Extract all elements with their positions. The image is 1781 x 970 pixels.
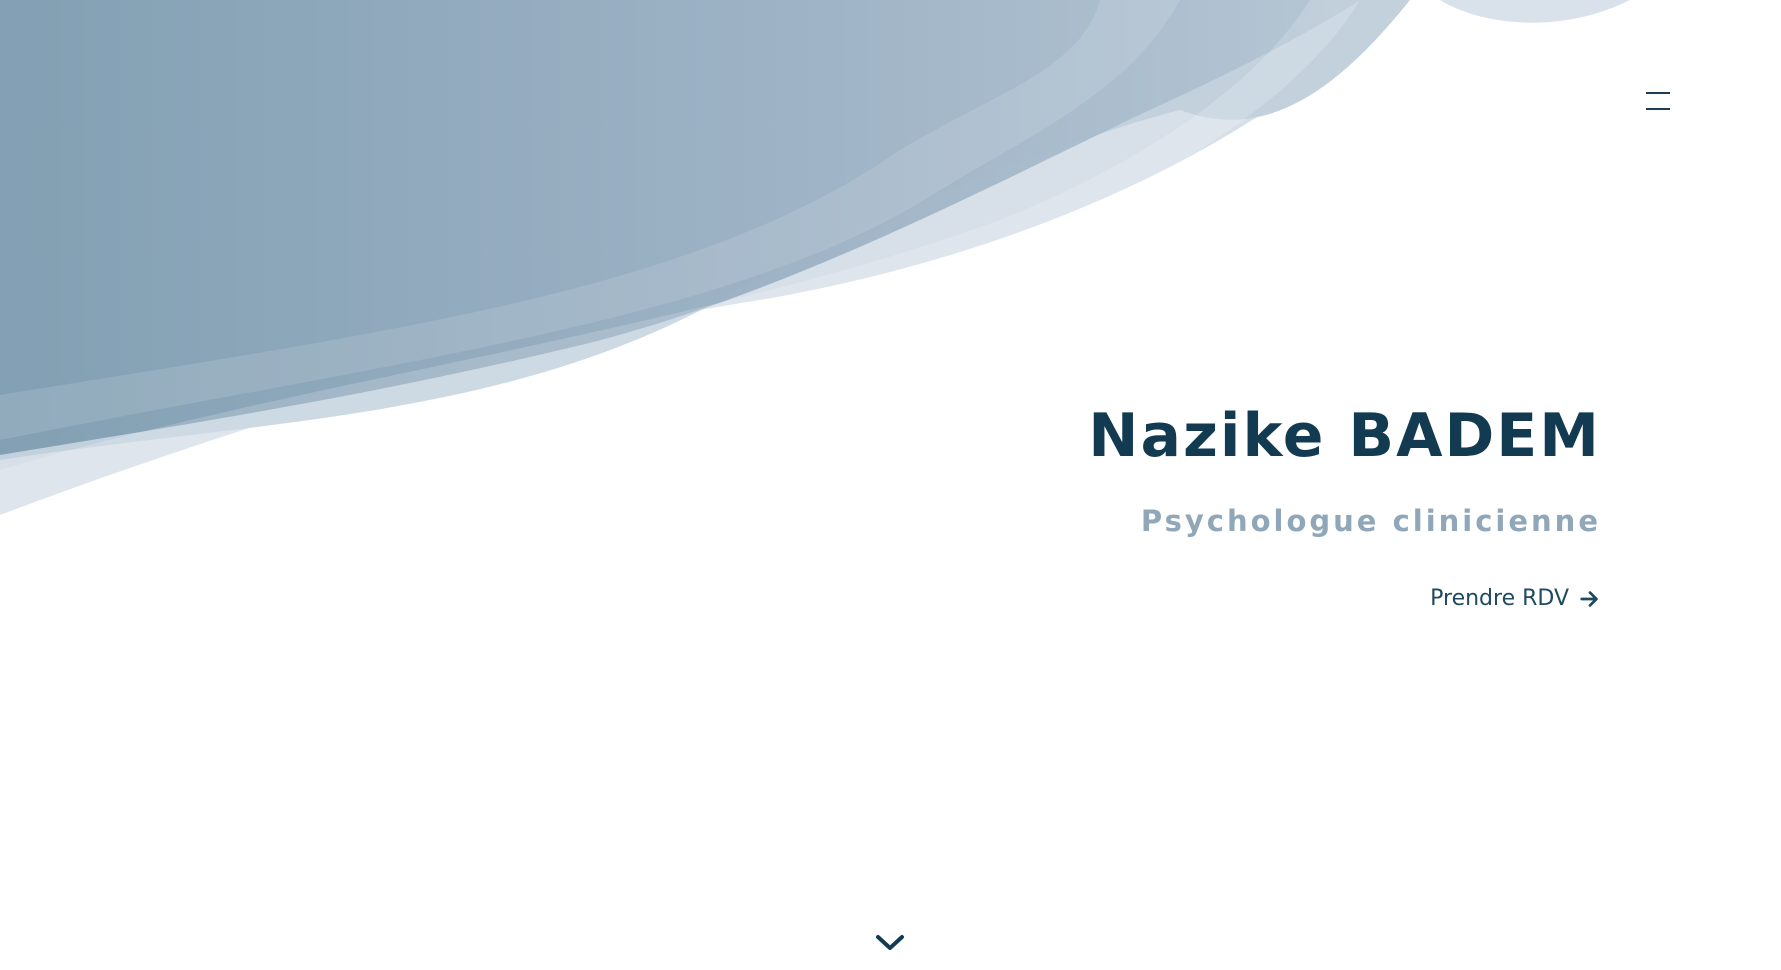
- wave-shape-top-right: [1440, 0, 1630, 23]
- page: Nazike BADEM Psychologue clinicienne Pre…: [0, 0, 1781, 970]
- hamburger-menu-icon-line: [1646, 108, 1670, 110]
- arrow-right-icon: [1580, 590, 1598, 607]
- book-appointment-link[interactable]: Prendre RDV: [1430, 586, 1601, 611]
- book-appointment-label: Prendre RDV: [1430, 586, 1569, 611]
- hero-title: Nazike BADEM: [1088, 401, 1601, 471]
- chevron-down-icon[interactable]: [870, 928, 910, 956]
- hero-section: Nazike BADEM Psychologue clinicienne Pre…: [1088, 400, 1601, 611]
- hamburger-menu-icon: [1646, 92, 1670, 94]
- hamburger-menu-button[interactable]: [1636, 86, 1680, 118]
- hero-subtitle: Psychologue clinicienne: [1140, 504, 1601, 538]
